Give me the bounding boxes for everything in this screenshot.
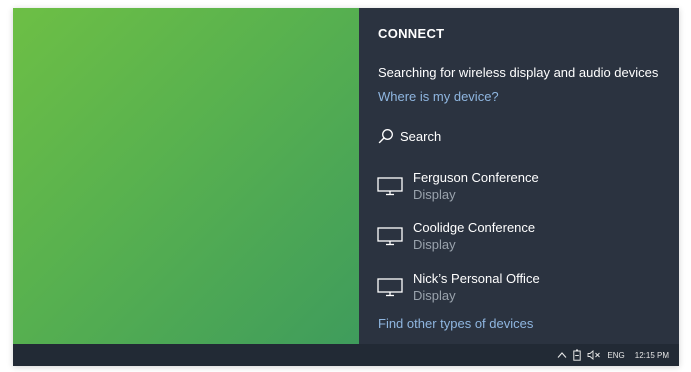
battery-icon[interactable] xyxy=(573,344,582,366)
device-item-coolidge-conference[interactable]: Coolidge Conference Display xyxy=(377,220,667,256)
where-is-my-device-link[interactable]: Where is my device? xyxy=(378,89,499,104)
monitor-icon xyxy=(377,278,403,297)
device-name: Ferguson Conference xyxy=(413,170,539,185)
language-indicator[interactable]: ENG xyxy=(607,351,624,360)
chevron-up-icon[interactable] xyxy=(557,344,567,366)
device-type: Display xyxy=(413,237,456,252)
volume-muted-icon[interactable] xyxy=(587,344,601,366)
device-name: Coolidge Conference xyxy=(413,220,536,235)
device-item-ferguson-conference[interactable]: Ferguson Conference Display xyxy=(377,170,667,206)
search-label: Search xyxy=(400,128,442,144)
device-type: Display xyxy=(413,288,456,303)
search-icon xyxy=(378,129,393,144)
monitor-icon xyxy=(377,177,403,196)
find-other-devices-link[interactable]: Find other types of devices xyxy=(378,316,533,331)
device-name: Nick’s Personal Office xyxy=(413,271,540,286)
search-button[interactable]: Search xyxy=(378,126,441,146)
panel-title: CONNECT xyxy=(378,26,445,41)
search-status-text: Searching for wireless display and audio… xyxy=(378,65,659,80)
monitor-icon xyxy=(377,227,403,246)
desktop-background[interactable] xyxy=(13,8,359,344)
device-item-nicks-personal-office[interactable]: Nick’s Personal Office Display xyxy=(377,271,667,307)
system-tray: ENG 12:15 PM xyxy=(557,344,669,366)
device-type: Display xyxy=(413,187,456,202)
taskbar: ENG 12:15 PM xyxy=(13,344,679,366)
clock[interactable]: 12:15 PM xyxy=(635,351,669,360)
screen: CONNECT Searching for wireless display a… xyxy=(13,8,679,366)
connect-panel: CONNECT Searching for wireless display a… xyxy=(359,8,679,344)
